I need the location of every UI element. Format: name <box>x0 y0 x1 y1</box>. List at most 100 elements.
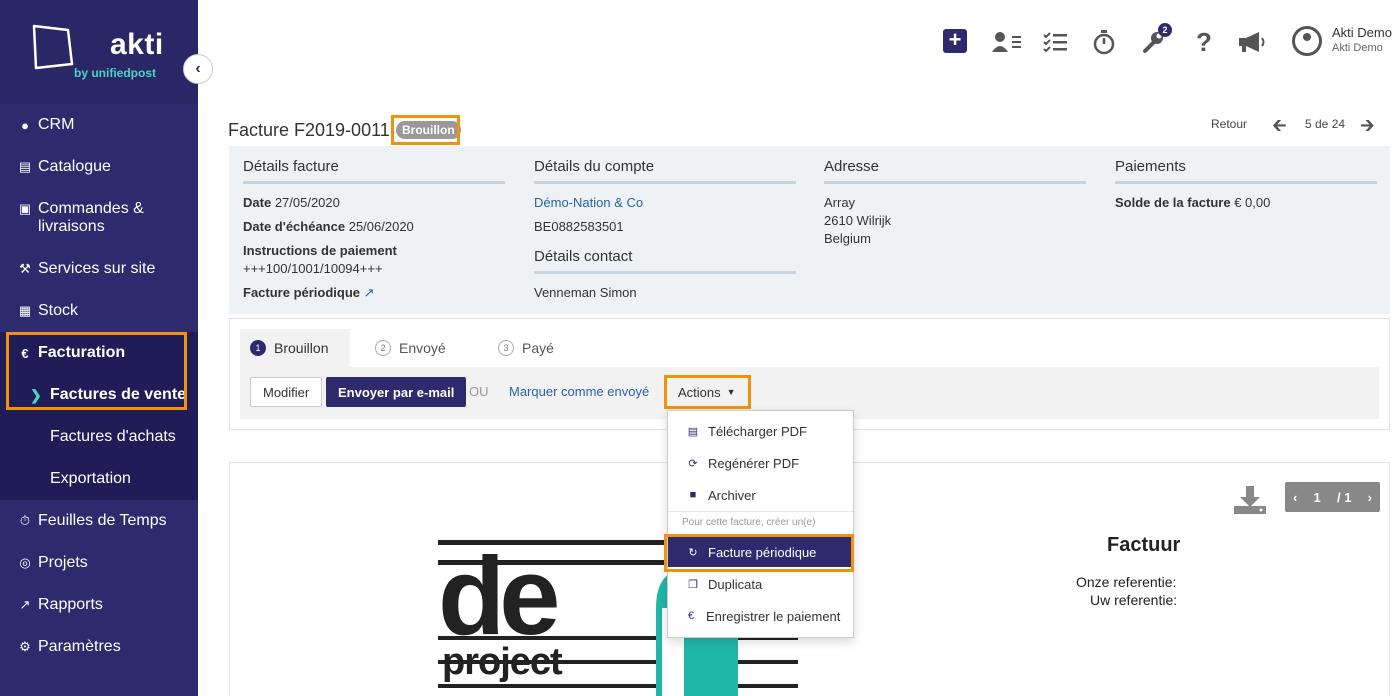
step-paid[interactable]: 3 Payé <box>498 329 554 367</box>
invoice-due-date: Date d'échéance 25/06/2020 <box>243 218 505 236</box>
sidebar-item-stock[interactable]: ▦ Stock <box>0 290 198 332</box>
sidebar-item-label: Catalogue <box>38 158 111 175</box>
sidebar-item-timesheets[interactable]: ⏱ Feuilles de Temps <box>0 500 198 542</box>
page-pagination: ‹ 1 / 1 › <box>1285 482 1380 512</box>
archive-item[interactable]: ■ Archiver <box>668 480 853 510</box>
arrow-left-icon[interactable]: 🡰 <box>1272 113 1287 143</box>
create-section-header: Pour cette facture, créer un(e) <box>682 517 816 528</box>
user-name[interactable]: Akti Demo <box>1332 25 1392 40</box>
chevron-left-icon[interactable]: ‹ <box>1293 490 1297 505</box>
akti-logo-icon <box>32 24 74 70</box>
contact-details-title: Détails contact <box>534 248 796 274</box>
total-pages: / 1 <box>1336 489 1352 505</box>
due-date-label: Date d'échéance <box>243 219 346 234</box>
back-link[interactable]: Retour <box>1211 117 1247 131</box>
step-draft[interactable]: 1 Brouillon <box>240 329 351 367</box>
user-avatar[interactable] <box>1292 26 1322 56</box>
cart-icon: ▣ <box>18 201 32 216</box>
or-separator: OU <box>469 384 489 399</box>
address-column: Adresse Array 2610 Wilrijk Belgium <box>824 158 1086 248</box>
contact-name: Venneman Simon <box>534 285 637 300</box>
gear-icon: ⚙ <box>19 639 31 654</box>
logo-area: akti by unifiedpost <box>0 0 198 104</box>
user-organization: Akti Demo <box>1332 42 1383 54</box>
sidebar-item-settings[interactable]: ⚙ Paramètres <box>0 626 198 668</box>
status-highlight <box>391 115 460 145</box>
contacts-list-icon[interactable] <box>990 28 1024 56</box>
sidebar-subitem-export[interactable]: Exportation <box>0 458 198 500</box>
account-name-link[interactable]: Démo-Nation & Co <box>534 194 796 212</box>
notifications-badge: 2 <box>1158 23 1172 37</box>
payments-title: Paiements <box>1115 158 1377 184</box>
book-icon: ▤ <box>18 159 32 174</box>
menu-item-label: Enregistrer le paiement <box>706 608 841 624</box>
current-page[interactable]: 1 <box>1314 490 1321 505</box>
sidebar-item-catalogue[interactable]: ▤ Catalogue <box>0 146 198 188</box>
collapse-sidebar-button[interactable]: ‹ <box>183 54 213 84</box>
sidebar-item-orders[interactable]: ▣ Commandes & livraisons <box>0 188 198 248</box>
register-payment-item[interactable]: € Enregistrer le paiement <box>668 601 853 631</box>
sidebar-item-reports[interactable]: ↗ Rapports <box>0 584 198 626</box>
sidebar-item-projects[interactable]: ◎ Projets <box>0 542 198 584</box>
invoice-details-title: Détails facture <box>243 158 505 184</box>
menu-item-label: Archiver <box>708 487 756 503</box>
logo-word-top: de <box>438 538 557 658</box>
due-date-value: 25/06/2020 <box>348 219 414 234</box>
record-position: 5 de 24 <box>1305 117 1346 131</box>
megaphone-icon[interactable] <box>1236 28 1268 56</box>
help-icon[interactable]: ? <box>1192 27 1216 57</box>
create-duplicate-item[interactable]: ❐ Duplicata <box>668 569 853 599</box>
date-value: 27/05/2020 <box>274 195 340 210</box>
sidebar-subitem-label: Factures d'achats <box>50 428 176 445</box>
account-vat: BE0882583501 <box>534 219 624 234</box>
invoice-details-column: Détails facture Date 27/05/2020 Date d'é… <box>243 158 505 302</box>
payment-instructions-label: Instructions de paiement <box>243 243 397 258</box>
user-icon: ● <box>21 117 29 133</box>
tasks-checklist-icon[interactable] <box>1040 28 1070 56</box>
step-number: 2 <box>375 340 391 356</box>
sidebar-item-services[interactable]: ⚒ Services sur site <box>0 248 198 290</box>
mark-as-sent-link[interactable]: Marquer comme envoyé <box>509 384 649 399</box>
your-reference-label: Uw referentie: <box>1090 592 1178 608</box>
external-link-icon[interactable]: ↗ <box>364 285 375 300</box>
invoice-date: Date 27/05/2020 <box>243 194 505 212</box>
download-icon[interactable] <box>1234 486 1266 514</box>
arrow-right-icon[interactable]: 🡲 <box>1360 113 1375 143</box>
sidebar-item-label: CRM <box>38 116 75 133</box>
sidebar-item-label: Rapports <box>38 596 103 613</box>
recurring-invoice: Facture périodique ↗ <box>243 284 505 302</box>
sidebar-subitem-label: Exportation <box>50 470 131 487</box>
sidebar-item-label: Paramètres <box>38 638 121 655</box>
recurring-label: Facture périodique <box>243 285 361 300</box>
sidebar-item-label: Feuilles de Temps <box>38 512 167 529</box>
page-title: Facture F2019-0011 <box>228 120 390 140</box>
step-number: 3 <box>498 340 514 356</box>
chevron-left-icon: ‹ <box>195 60 201 77</box>
document-title: Factuur <box>1107 534 1181 556</box>
stopwatch-icon: ⏱ <box>19 513 31 528</box>
stopwatch-icon[interactable] <box>1090 28 1118 56</box>
edit-button[interactable]: Modifier <box>250 377 323 407</box>
actions-dropdown-menu: ▤ Télécharger PDF ⟳ Regénérer PDF ■ Arch… <box>667 410 854 638</box>
sidebar-item-label: Services sur site <box>38 260 156 277</box>
sidebar-item-label: Stock <box>38 302 79 319</box>
chevron-right-icon[interactable]: › <box>1368 490 1372 505</box>
refresh-icon: ⟳ <box>688 457 698 470</box>
recurring-invoice-highlight <box>664 534 854 572</box>
download-pdf-item[interactable]: ▤ Télécharger PDF <box>668 416 853 446</box>
sidebar-subitem-purchase-invoices[interactable]: Factures d'achats <box>0 416 198 458</box>
step-label: Brouillon <box>274 340 329 356</box>
add-new-button[interactable]: + <box>943 29 967 53</box>
menu-item-label: Télécharger PDF <box>708 423 807 439</box>
regenerate-pdf-item[interactable]: ⟳ Regénérer PDF <box>668 448 853 478</box>
sidebar-item-crm[interactable]: ● CRM <box>0 104 198 146</box>
boxes-icon: ▦ <box>18 303 32 318</box>
file-pdf-icon: ▤ <box>687 425 699 438</box>
send-email-button[interactable]: Envoyer par e-mail <box>326 377 467 407</box>
our-reference-label: Onze referentie: <box>1076 574 1177 590</box>
address-line: Belgium <box>824 231 871 246</box>
step-sent[interactable]: 2 Envoyé <box>375 329 446 367</box>
step-label: Envoyé <box>399 340 446 356</box>
date-label: Date <box>243 195 272 210</box>
address-line: Array <box>824 195 856 210</box>
